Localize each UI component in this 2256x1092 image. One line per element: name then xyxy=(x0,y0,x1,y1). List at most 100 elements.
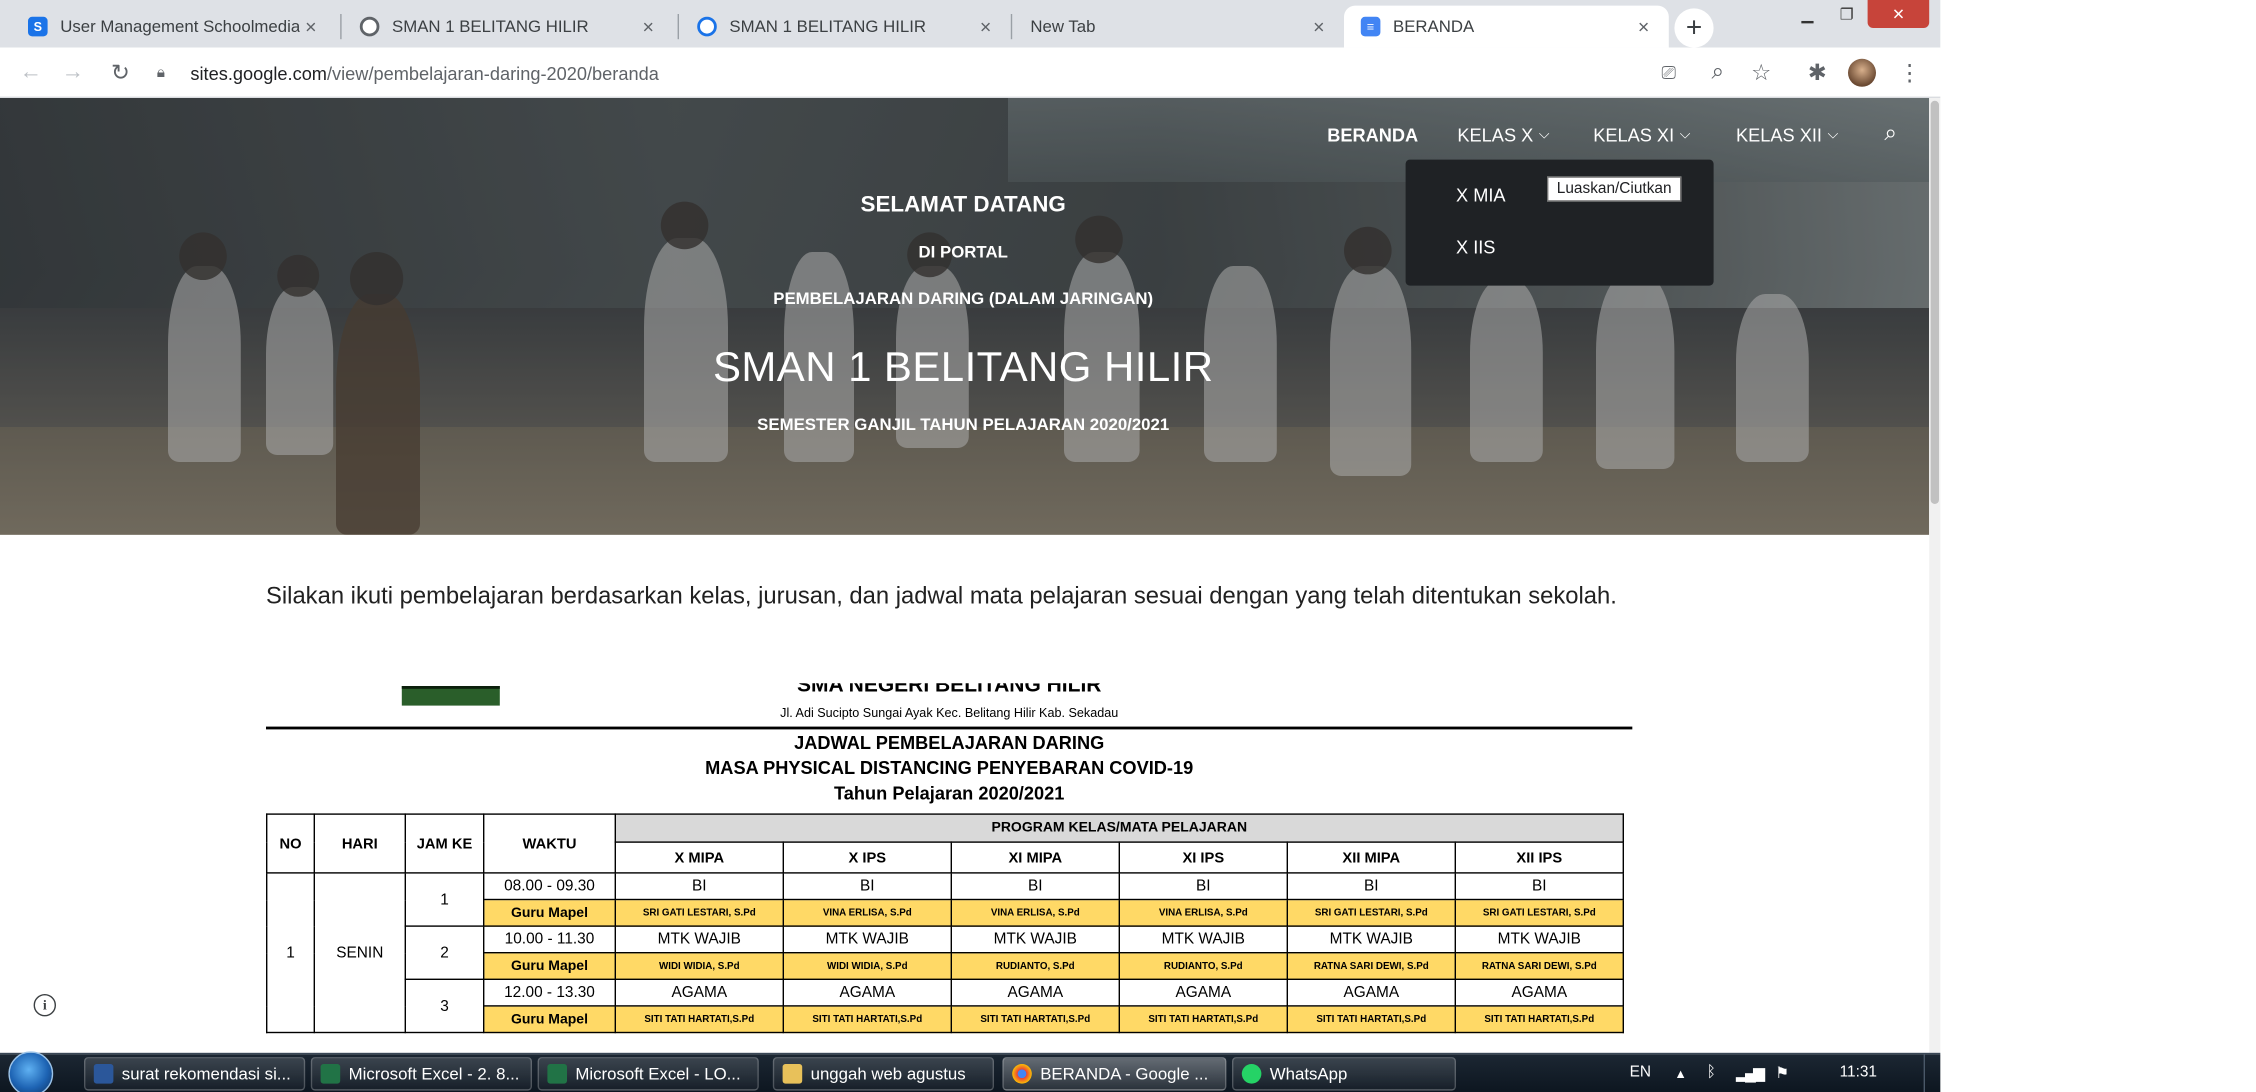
cell-subject: MTK WAJIB xyxy=(1118,925,1288,954)
address-bar[interactable]: 🔒︎ sites.google.com /view/pembelajaran-d… xyxy=(157,53,1761,92)
nav-kelas-xi[interactable]: KELAS XI ⌵ xyxy=(1593,120,1690,148)
url-host: sites.google.com xyxy=(190,62,327,84)
cell-subject: MTK WAJIB xyxy=(950,925,1120,954)
network-signal-icon[interactable]: ▂▄▆ xyxy=(1736,1064,1765,1082)
schedule-subtitle: MASA PHYSICAL DISTANCING PENYEBARAN COVI… xyxy=(705,757,1194,779)
close-tab-icon[interactable]: × xyxy=(1632,15,1654,37)
nav-label: KELAS XII xyxy=(1736,123,1822,145)
close-tab-icon[interactable]: × xyxy=(974,15,996,37)
nav-beranda[interactable]: BERANDA xyxy=(1327,120,1418,148)
header-class: XII MIPA xyxy=(1286,842,1456,874)
cell-teacher: RATNA SARI DEWI, S.Pd xyxy=(1454,952,1624,980)
chevron-down-icon[interactable]: ⌵ xyxy=(1539,127,1550,142)
language-indicator[interactable]: EN xyxy=(1630,1064,1651,1081)
intro-text: Silakan ikuti pembelajaran berdasarkan k… xyxy=(266,582,1617,609)
cell-teacher: VINA ERLISA, S.Pd xyxy=(782,898,952,927)
cell-subject: BI xyxy=(950,872,1120,901)
close-tab-icon[interactable]: × xyxy=(637,15,659,37)
cell-subject: MTK WAJIB xyxy=(1454,925,1624,954)
hero-banner: SELAMAT DATANG DI PORTAL PEMBELAJARAN DA… xyxy=(0,98,1930,535)
bluetooth-icon[interactable]: ᛒ xyxy=(1707,1064,1716,1081)
tab-title: SMAN 1 BELITANG HILIR xyxy=(729,16,927,37)
tab-user-management[interactable]: S User Management Schoolmedia × xyxy=(11,6,336,48)
show-hidden-icons-icon[interactable]: ▲ xyxy=(1674,1067,1686,1081)
schedule-image: SMA NEGERI BELITANG HILIR Jl. Adi Sucipt… xyxy=(266,683,1633,1053)
taskbar-item-excel-2[interactable]: Microsoft Excel - LO... xyxy=(537,1057,759,1091)
info-icon[interactable]: i xyxy=(33,994,56,1017)
tab-beranda[interactable]: ≡ BERANDA × xyxy=(1344,5,1669,48)
new-tab-button[interactable]: + xyxy=(1674,8,1714,48)
header-class: XI MIPA xyxy=(950,842,1120,874)
minimize-window-icon[interactable]: ▁ xyxy=(1789,0,1825,28)
reload-icon[interactable]: ↻ xyxy=(106,59,134,87)
taskbar-label: surat rekomendasi si... xyxy=(121,1064,291,1084)
forward-icon[interactable]: → xyxy=(59,59,87,87)
taskbar-item-folder[interactable]: unggah web agustus xyxy=(772,1057,994,1091)
dropdown-item-x-iis[interactable]: X IIS xyxy=(1456,237,1495,258)
header-row: NO HARI JAM KE WAKTU PROGRAM KELAS/MATA … xyxy=(266,813,1624,874)
tab-sman-2[interactable]: SMAN 1 BELITANG HILIR × xyxy=(680,6,1010,48)
tab-separator xyxy=(677,14,679,40)
nav-kelas-xii[interactable]: KELAS XII ⌵ xyxy=(1736,120,1838,148)
cell-teacher: RUDIANTO, S.Pd xyxy=(1118,952,1288,980)
lock-icon[interactable]: 🔒︎ xyxy=(157,64,177,82)
taskbar-item-excel-1[interactable]: Microsoft Excel - 2. 8... xyxy=(310,1057,532,1091)
cell-teacher: SITI TATI HARTATI,S.Pd xyxy=(950,1005,1120,1034)
cell-subject: BI xyxy=(1454,872,1624,901)
close-tab-icon[interactable]: × xyxy=(1308,15,1330,37)
cell-teacher: SRI GATI LESTARI, S.Pd xyxy=(1454,898,1624,927)
search-icon[interactable]: ⌕ xyxy=(1884,120,1897,148)
header-hari: HARI xyxy=(313,813,406,874)
cast-icon[interactable]: ⎚ xyxy=(1655,59,1683,87)
tab-sman-1[interactable]: SMAN 1 BELITANG HILIR × xyxy=(343,6,673,48)
cell-subject: AGAMA xyxy=(782,978,952,1007)
chevron-down-icon[interactable]: ⌵ xyxy=(1828,127,1839,142)
taskbar-item-chrome[interactable]: BERANDA - Google ... xyxy=(1002,1057,1227,1091)
chevron-down-icon[interactable]: ⌵ xyxy=(1680,127,1691,142)
hero-daring: PEMBELAJARAN DARING (DALAM JARINGAN) xyxy=(773,288,1154,308)
restore-window-icon[interactable]: ❐ xyxy=(1828,0,1864,28)
cell-teacher: SITI TATI HARTATI,S.Pd xyxy=(1454,1005,1624,1034)
back-icon[interactable]: ← xyxy=(17,59,45,87)
cell-subject: MTK WAJIB xyxy=(1286,925,1456,954)
profile-avatar[interactable] xyxy=(1848,58,1876,87)
hero-welcome: SELAMAT DATANG xyxy=(860,193,1066,217)
cell-guru-label: Guru Mapel xyxy=(482,898,616,927)
taskbar-item-word[interactable]: surat rekomendasi si... xyxy=(84,1057,306,1091)
table-row: 2 10.00 - 11.30 MTK WAJIB MTK WAJIB MTK … xyxy=(267,925,1624,980)
nav-kelas-x[interactable]: KELAS X ⌵ xyxy=(1457,120,1549,148)
cell-subject: MTK WAJIB xyxy=(782,925,952,954)
nav-label: KELAS X xyxy=(1457,123,1534,145)
close-tab-icon[interactable]: × xyxy=(300,15,322,37)
zoom-icon[interactable]: ⌕ xyxy=(1704,59,1732,87)
scrollbar-thumb[interactable] xyxy=(1930,100,1939,505)
taskbar-item-whatsapp[interactable]: WhatsApp xyxy=(1232,1057,1456,1091)
show-desktop-button[interactable] xyxy=(1923,1054,1941,1092)
cell-guru-label: Guru Mapel xyxy=(482,1005,616,1034)
taskbar-label: Microsoft Excel - LO... xyxy=(575,1064,741,1084)
cell-subject: AGAMA xyxy=(614,978,784,1007)
header-no: NO xyxy=(266,813,315,874)
clock[interactable]: 11:31 xyxy=(1840,1064,1877,1081)
excel-icon xyxy=(547,1064,567,1084)
star-icon[interactable]: ☆ xyxy=(1747,59,1775,87)
schoolmedia-favicon-icon: S xyxy=(28,16,48,37)
extensions-icon[interactable]: ✱ xyxy=(1803,59,1831,87)
cell-subject: BI xyxy=(1286,872,1456,901)
cell-subject: MTK WAJIB xyxy=(614,925,784,954)
menu-icon[interactable]: ⋮ xyxy=(1896,59,1924,87)
header-class: X MIPA xyxy=(614,842,784,874)
expand-collapse-tooltip: Luaskan/Ciutkan xyxy=(1547,176,1682,202)
cell-teacher: RATNA SARI DEWI, S.Pd xyxy=(1286,952,1456,980)
cell-teacher: SITI TATI HARTATI,S.Pd xyxy=(1286,1005,1456,1034)
action-center-flag-icon[interactable]: ⚑ xyxy=(1775,1064,1789,1082)
tab-title: New Tab xyxy=(1030,16,1096,37)
start-button[interactable] xyxy=(8,1051,54,1092)
dropdown-item-x-mia[interactable]: X MIA xyxy=(1456,185,1506,206)
cell-subject: AGAMA xyxy=(950,978,1120,1007)
tab-separator xyxy=(340,14,342,40)
tab-new-tab[interactable]: New Tab × xyxy=(1014,6,1344,48)
url-path: /view/pembelajaran-daring-2020/beranda xyxy=(326,62,659,84)
screen: S User Management Schoolmedia × SMAN 1 B… xyxy=(0,0,1941,1092)
close-window-icon[interactable]: ✕ xyxy=(1867,0,1930,28)
